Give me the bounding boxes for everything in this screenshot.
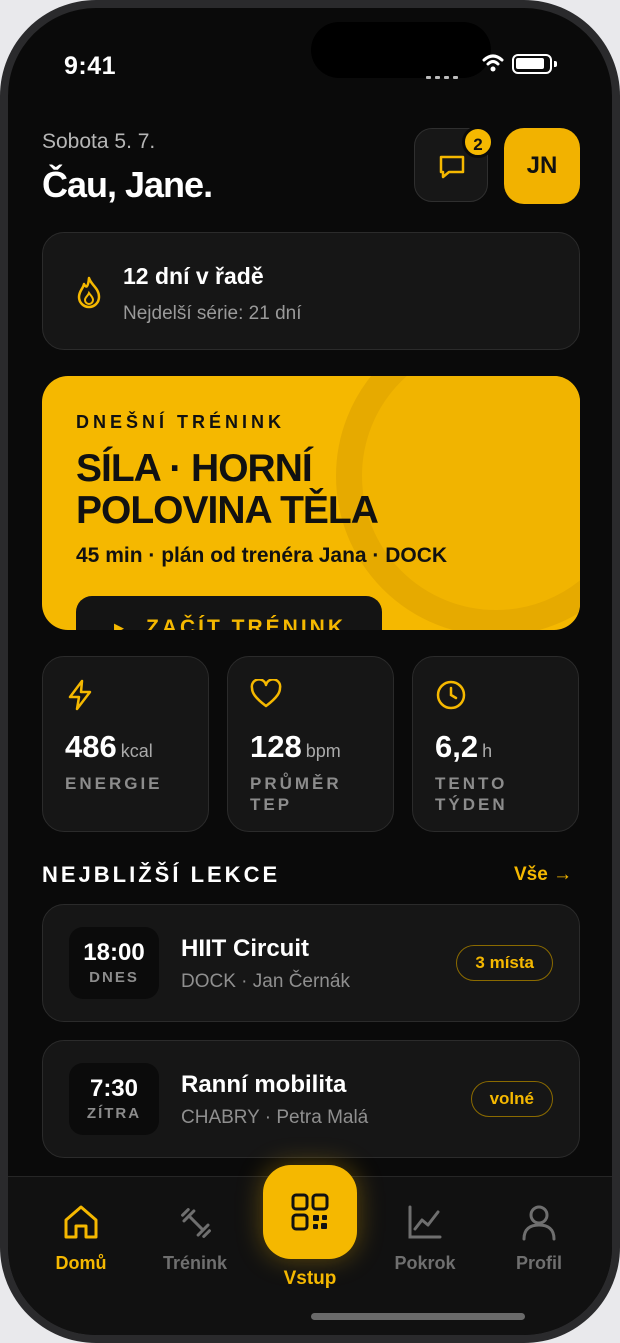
lesson-day: ZÍTRA — [86, 1105, 142, 1122]
home-icon — [64, 1205, 98, 1239]
lesson-name: Ranní mobilita — [181, 1071, 347, 1098]
lesson-name: HIIT Circuit — [181, 935, 310, 962]
streak-card[interactable]: 12 dní v řadě Nejdelší série: 21 dní — [42, 232, 580, 350]
status-time: 9:41 — [64, 52, 117, 80]
avatar[interactable]: JN — [504, 128, 580, 204]
greeting-title: Čau, Jane. — [42, 164, 213, 205]
tab-label: Domů — [55, 1253, 107, 1273]
wifi-icon — [482, 54, 504, 72]
tab-profile[interactable]: Profil — [484, 1177, 594, 1297]
tab-label: Pokrok — [394, 1253, 456, 1273]
stat-card-week-time[interactable]: 6,2 h TENTO TÝDEN — [412, 656, 579, 832]
streak-title: 12 dní v řadě — [123, 263, 264, 289]
lesson-detail: CHABRY · Petra Malá — [181, 1107, 369, 1128]
stat-label: ENERGIE — [65, 774, 163, 793]
stat-value: 128 bpm — [250, 729, 341, 764]
flame-icon — [77, 276, 101, 309]
tab-progress[interactable]: Pokrok — [370, 1177, 480, 1297]
stat-value: 6,2 h — [435, 729, 493, 764]
app-screen: 9:41 Sobota 5. 7. Čau, Jane. 2 JN 12 dní — [8, 8, 612, 1335]
workout-title: SÍLA · HORNÍ POLOVINA TĚLA — [76, 447, 379, 532]
streak-subtitle: Nejdelší série: 21 dní — [123, 303, 302, 324]
start-workout-button[interactable]: ▶ ZAČÍT TRÉNINK — [76, 596, 382, 630]
workout-kicker: DNEŠNÍ TRÉNINK — [76, 412, 286, 432]
chart-icon — [408, 1205, 442, 1239]
workout-meta: 45 min · plán od trenéra Jana · DOCK — [76, 544, 448, 567]
messages-badge: 2 — [462, 126, 494, 158]
tab-label: Trénink — [162, 1253, 228, 1273]
entry-qr-button[interactable] — [263, 1165, 357, 1259]
tab-training[interactable]: Trénink — [140, 1177, 250, 1297]
battery-icon — [512, 54, 557, 74]
lessons-section-title: NEJBLIŽŠÍ LEKCE — [42, 862, 281, 887]
current-date: Sobota 5. 7. — [42, 130, 156, 153]
home-indicator — [311, 1313, 525, 1320]
today-workout-card[interactable]: DNEŠNÍ TRÉNINK SÍLA · HORNÍ POLOVINA TĚL… — [42, 376, 580, 630]
stat-card-energy[interactable]: 486 kcal ENERGIE — [42, 656, 209, 832]
availability-badge: volné — [470, 1081, 553, 1117]
stat-value: 486 kcal — [65, 729, 153, 764]
lesson-time: 18:00 — [83, 939, 145, 966]
stat-label: TENTO TÝDEN — [435, 774, 508, 814]
tab-label: Profil — [515, 1253, 562, 1273]
tab-entry-label[interactable]: Vstup — [260, 1268, 360, 1290]
lesson-detail: DOCK · Jan Černák — [181, 971, 350, 992]
phone-frame: 9:41 Sobota 5. 7. Čau, Jane. 2 JN 12 dní — [0, 0, 620, 1343]
lesson-time: 7:30 — [89, 1075, 139, 1102]
heart-icon — [250, 679, 282, 708]
status-indicators — [426, 50, 566, 86]
lesson-card[interactable]: 7:30 ZÍTRA Ranní mobilita CHABRY · Petra… — [42, 1040, 580, 1158]
signal-icon — [426, 66, 464, 79]
dumbbell-icon — [181, 1208, 211, 1238]
chat-icon — [439, 155, 465, 179]
user-icon — [522, 1205, 556, 1241]
play-icon: ▶ — [114, 620, 124, 630]
stat-label: PRŮMĚR TEP — [250, 774, 342, 814]
see-all-link[interactable]: Vše → — [514, 864, 572, 886]
lesson-time-box: 7:30 ZÍTRA — [69, 1063, 159, 1135]
lesson-time-box: 18:00 DNES — [69, 927, 159, 999]
clock-icon — [436, 680, 466, 710]
tab-home[interactable]: Domů — [26, 1177, 136, 1297]
start-workout-label: ZAČÍT TRÉNINK — [146, 616, 346, 630]
availability-badge: 3 místa — [456, 945, 553, 981]
lesson-day: DNES — [89, 969, 139, 986]
lesson-card[interactable]: 18:00 DNES HIIT Circuit DOCK · Jan Černá… — [42, 904, 580, 1022]
lightning-icon — [68, 679, 92, 711]
stat-card-heart-rate[interactable]: 128 bpm PRŮMĚR TEP — [227, 656, 394, 832]
qr-code-icon — [291, 1193, 329, 1231]
